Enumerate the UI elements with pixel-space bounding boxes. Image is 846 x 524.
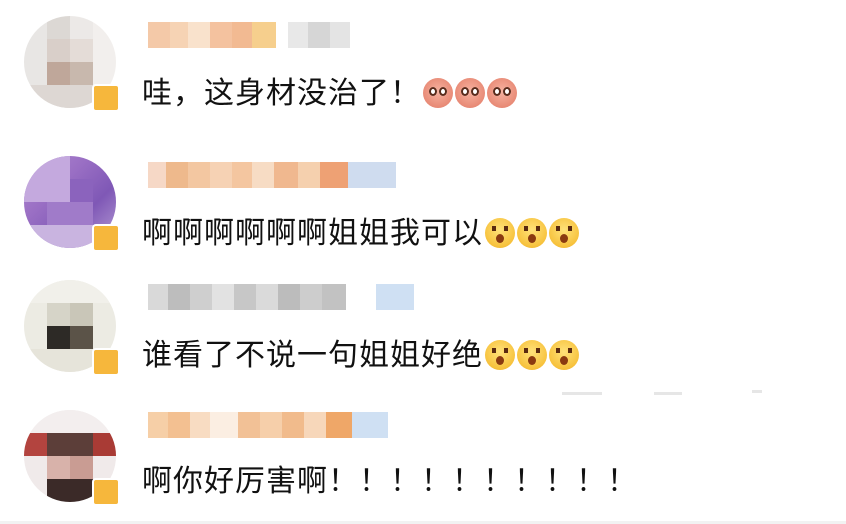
pink-face-icon xyxy=(455,78,485,108)
avatar[interactable] xyxy=(24,280,120,376)
comment-text-content: 啊啊啊啊啊啊姐姐我可以 xyxy=(142,216,483,251)
hug-face-icon xyxy=(485,340,515,370)
comment-text: 啊你好厉害啊！！！！！！！！！！ xyxy=(142,456,638,500)
vip-badge-icon xyxy=(92,478,120,506)
username-blurred[interactable] xyxy=(148,284,414,310)
hug-face-icon xyxy=(549,340,579,370)
username-blurred[interactable] xyxy=(148,162,398,188)
pink-face-icon xyxy=(423,78,453,108)
hug-face-icon xyxy=(517,340,547,370)
divider xyxy=(752,390,762,393)
username-blurred[interactable] xyxy=(148,412,398,438)
comment-text: 谁看了不说一句姐姐好绝 xyxy=(142,330,579,374)
hug-face-icon xyxy=(485,218,515,248)
hug-face-icon xyxy=(549,218,579,248)
vip-badge-icon xyxy=(92,84,120,112)
divider xyxy=(562,392,602,395)
comment-text-content: 哇，这身材没治了！ xyxy=(142,76,421,111)
hug-face-icon xyxy=(517,218,547,248)
avatar[interactable] xyxy=(24,16,120,112)
comment-text-content: 谁看了不说一句姐姐好绝 xyxy=(142,338,483,373)
comment-text-content: 啊你好厉害啊！！！！！！！！！！ xyxy=(142,464,638,499)
vip-badge-icon xyxy=(92,224,120,252)
vip-badge-icon xyxy=(92,348,120,376)
avatar[interactable] xyxy=(24,156,120,252)
comment-text: 啊啊啊啊啊啊姐姐我可以 xyxy=(142,208,579,252)
divider xyxy=(654,392,682,395)
username-blurred[interactable] xyxy=(148,22,398,48)
comment-text: 哇，这身材没治了！ xyxy=(142,68,517,112)
pink-face-icon xyxy=(487,78,517,108)
avatar[interactable] xyxy=(24,410,120,506)
